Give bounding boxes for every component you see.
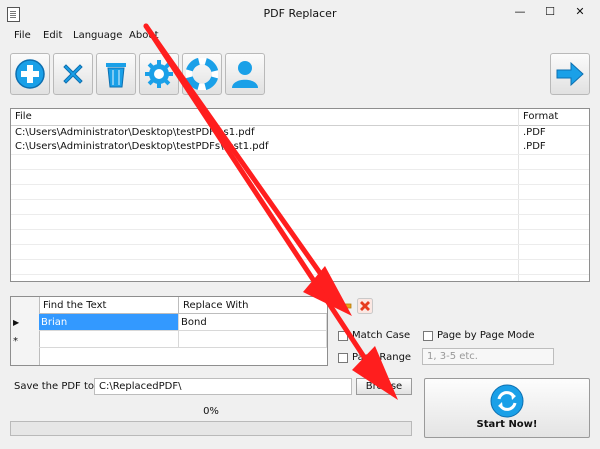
delete-row-button[interactable]	[357, 298, 373, 314]
file-path-cell: C:\Users\Administrator\Desktop\testPDFs\…	[15, 127, 255, 138]
save-path-label: Save the PDF to	[14, 381, 95, 392]
row-gridline	[11, 154, 589, 155]
remove-file-button[interactable]	[53, 53, 93, 95]
help-button[interactable]	[182, 53, 222, 95]
file-list-header: File Format	[11, 109, 589, 126]
row-header-column	[11, 297, 40, 365]
replace-grid[interactable]: Find the Text Replace With ▶ Brian Bond …	[10, 296, 328, 366]
minimize-button[interactable]: —	[510, 4, 530, 20]
row-gridline	[11, 199, 589, 200]
new-row-marker: *	[13, 336, 18, 347]
replace-with-cell[interactable]	[179, 331, 327, 348]
row-gridline	[11, 214, 589, 215]
save-path-input[interactable]: C:\ReplacedPDF\	[94, 378, 352, 395]
page-range-label: Page Range	[352, 352, 412, 363]
column-format[interactable]: Format	[523, 111, 558, 122]
column-find-text[interactable]: Find the Text	[39, 297, 179, 314]
refresh-icon	[490, 384, 524, 418]
row-gridline	[11, 244, 589, 245]
match-case-label: Match Case	[352, 330, 411, 341]
page-by-page-checkbox[interactable]	[423, 331, 433, 341]
file-format-cell: .PDF	[523, 141, 546, 152]
menu-about[interactable]: About	[129, 30, 159, 41]
title-bar: PDF Replacer — ☐ ✕	[0, 0, 600, 26]
account-button[interactable]	[225, 53, 265, 95]
replace-with-cell[interactable]: Bond	[179, 314, 327, 331]
start-now-label: Start Now!	[476, 419, 538, 430]
row-gridline	[11, 169, 589, 170]
add-files-button[interactable]	[10, 53, 50, 95]
menu-bar: File Edit Language About	[0, 26, 600, 46]
current-row-marker: ▶	[13, 318, 20, 327]
start-now-button[interactable]: Start Now!	[424, 378, 590, 438]
file-format-cell: .PDF	[523, 127, 546, 138]
plus-icon	[15, 59, 45, 89]
arrow-right-icon	[556, 61, 584, 87]
minus-icon	[338, 303, 352, 309]
page-by-page-label: Page by Page Mode	[437, 330, 535, 341]
find-text-cell[interactable]	[39, 331, 179, 348]
column-replace-with[interactable]: Replace With	[179, 297, 327, 314]
browse-button[interactable]: Browse	[356, 378, 412, 395]
file-list[interactable]: File Format C:\Users\Administrator\Deskt…	[10, 108, 590, 282]
menu-language[interactable]: Language	[73, 30, 122, 41]
table-row[interactable]: C:\Users\Administrator\Desktop\testPDFs\…	[11, 126, 589, 140]
toolbar	[0, 50, 600, 102]
gear-icon	[145, 60, 173, 88]
page-range-input[interactable]: 1, 3-5 etc.	[422, 348, 554, 365]
row-gridline	[11, 259, 589, 260]
row-gridline	[11, 184, 589, 185]
next-button[interactable]	[550, 53, 590, 95]
delete-x-icon	[357, 298, 373, 314]
add-row-button[interactable]	[337, 298, 353, 314]
row-gridline	[11, 229, 589, 230]
row-gridline	[11, 274, 589, 275]
page-range-checkbox[interactable]	[338, 353, 348, 363]
file-path-cell: C:\Users\Administrator\Desktop\testPDFs\…	[15, 141, 269, 152]
trash-icon	[106, 63, 126, 88]
settings-button[interactable]	[139, 53, 179, 95]
progress-percent: 0%	[203, 406, 219, 417]
clear-list-button[interactable]	[96, 53, 136, 95]
column-file[interactable]: File	[15, 111, 32, 122]
find-text-cell[interactable]: Brian	[39, 314, 179, 331]
match-case-checkbox[interactable]	[338, 331, 348, 341]
menu-file[interactable]: File	[14, 30, 31, 41]
close-button[interactable]: ✕	[570, 4, 590, 20]
x-icon	[63, 64, 83, 84]
user-icon	[232, 61, 258, 88]
lifebuoy-icon	[186, 58, 218, 90]
menu-edit[interactable]: Edit	[43, 30, 62, 41]
table-row[interactable]: C:\Users\Administrator\Desktop\testPDFs\…	[11, 140, 589, 154]
maximize-button[interactable]: ☐	[540, 4, 560, 20]
progress-bar	[10, 421, 412, 436]
